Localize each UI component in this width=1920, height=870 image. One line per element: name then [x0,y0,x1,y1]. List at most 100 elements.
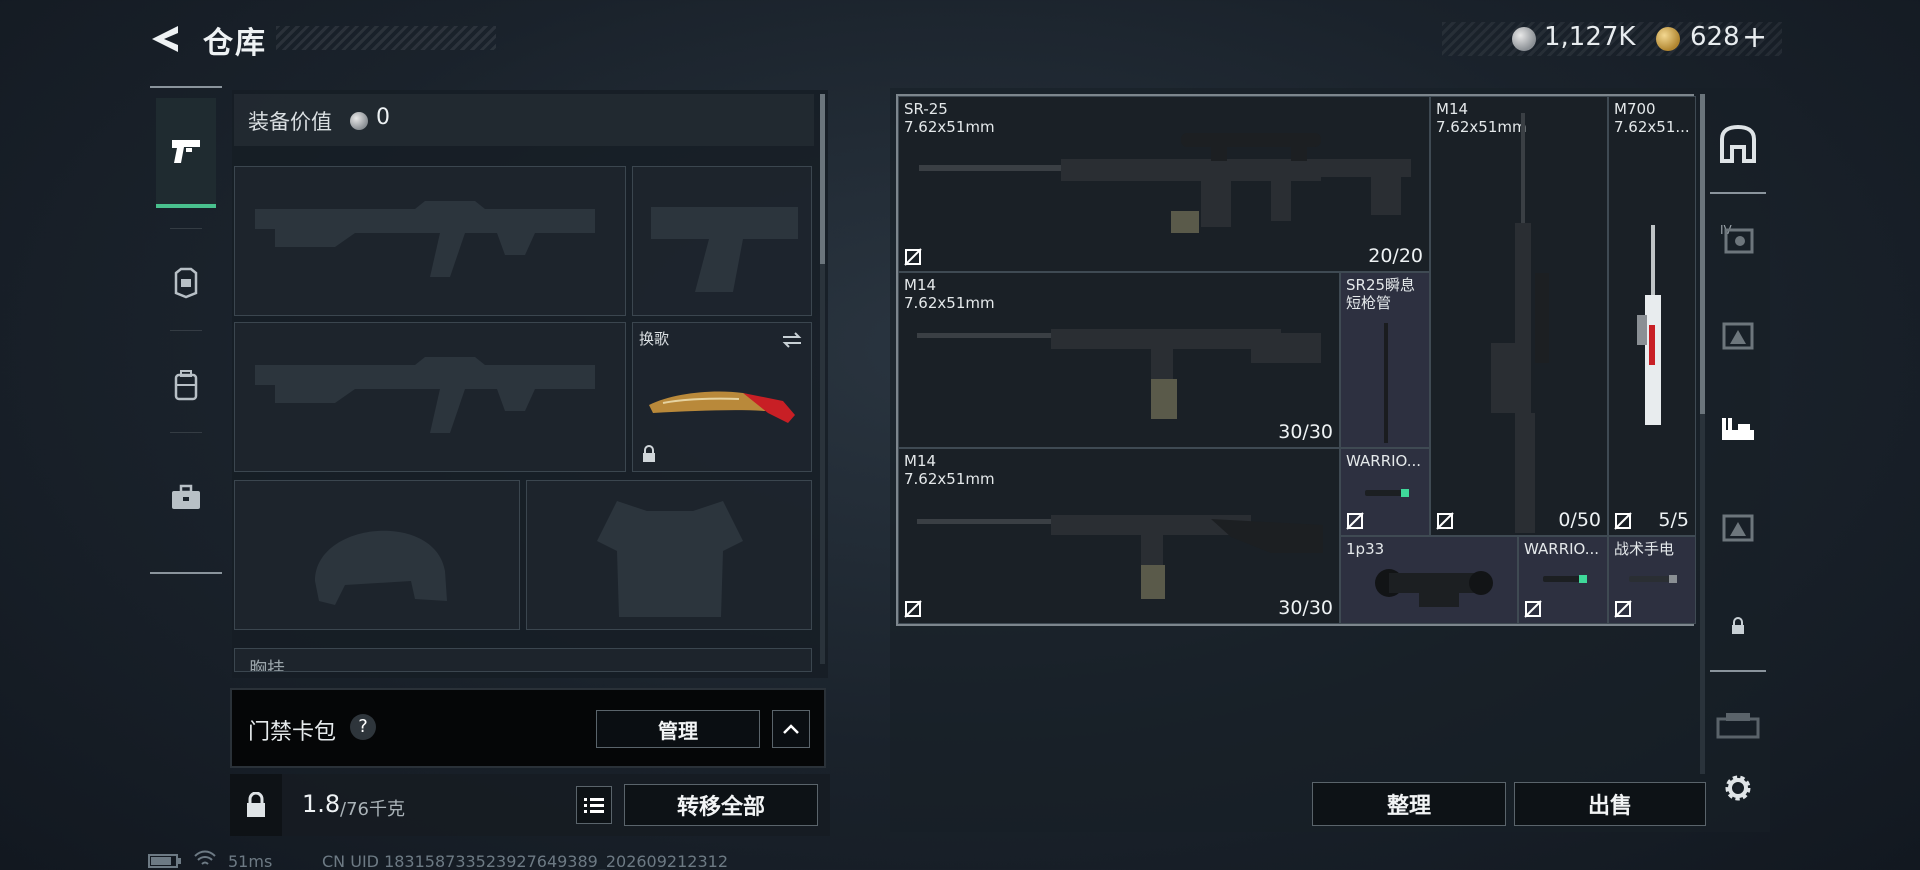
locked-tab[interactable] [1716,604,1760,648]
equip-value-amount: 0 [376,105,390,130]
lock-icon [643,445,655,462]
unlinked-icon [1614,512,1632,530]
item-count: 0/50 [1558,509,1601,531]
melee-label: 换歌 [639,330,670,348]
unlinked-icon [1614,600,1632,618]
item-count: 30/30 [1278,597,1333,619]
add-currency-button[interactable]: + [1742,20,1767,55]
unlinked-icon [1346,512,1364,530]
sniper-rifle-vertical-icon [1637,225,1661,425]
equip-value-bar: 装备价值 0 [234,94,814,146]
item-warrior-light-1[interactable]: WARRIO... [1340,448,1430,536]
nav-backpack[interactable] [156,350,216,420]
item-name: 1p33 [1346,540,1385,558]
item-m700-vertical[interactable]: M700 7.62x51... 5/5 [1608,96,1696,536]
item-m14-vertical[interactable]: M14 7.62x51mm 0/50 [1430,96,1608,536]
primary-weapon-slot-2[interactable] [234,322,626,472]
flashlight-icon [1543,575,1587,583]
settings-button[interactable] [1716,766,1760,810]
wifi-icon [194,850,216,865]
warehouse-grid: SR-25 7.62x51mm 20/20 M14 7.62x51mm 0/50 [896,94,1696,626]
lock-icon [247,792,265,817]
expand-storage-tab[interactable] [1716,704,1760,748]
item-m14-wood[interactable]: M14 7.62x51mm 30/30 [898,448,1340,624]
silver-coin-icon [350,112,368,130]
item-sr25[interactable]: SR-25 7.62x51mm 20/20 [898,96,1430,272]
item-1p33-scope[interactable]: 1p33 [1340,536,1518,624]
item-warrior-light-2[interactable]: WARRIO... [1518,536,1608,624]
item-count: 20/20 [1368,245,1423,267]
loadout-scrollbar[interactable] [820,94,825,664]
capacity-max: /76千克 [340,799,405,820]
help-icon[interactable]: ? [350,714,376,740]
item-count: 30/30 [1278,421,1333,443]
back-arrow-icon[interactable] [148,22,182,56]
gold-currency-amount: 628 [1690,22,1740,52]
storage-tab-2-icon [1722,418,1754,440]
scope-icon [1375,569,1493,607]
knife-icon [649,391,795,423]
item-name: WARRIO... [1346,452,1422,470]
collapse-button[interactable] [772,710,810,748]
briefcase-icon [172,484,200,509]
lock-toggle[interactable] [230,774,282,836]
unlinked-icon [1524,600,1542,618]
rifle-silhouette-icon [255,357,595,433]
uid-text: CN UID 1831587335239276493​89_2026092123… [322,852,728,870]
sell-button[interactable]: 出售 [1514,782,1706,826]
helmet-silhouette-icon [315,530,447,605]
unlinked-icon [904,600,922,618]
manage-keycard-button[interactable]: 管理 [596,710,760,748]
silver-coin-icon [1512,27,1536,51]
unlinked-icon [1436,512,1454,530]
storage-tab-3-icon [1722,322,1754,350]
keycard-label: 门禁卡包 [248,720,337,745]
primary-weapon-slot-1[interactable] [234,166,626,316]
capacity-current: 1.8 [302,790,341,818]
chest-rig-label: 胸挂 [249,659,285,672]
melee-slot[interactable]: 换歌 [632,322,812,472]
storage-tab-4-icon: IV [1720,223,1754,254]
warehouse-home-tab[interactable] [1716,122,1760,166]
left-category-nav [150,86,222,574]
gear-icon [1725,775,1751,801]
item-tactical-flashlight[interactable]: 战术手电 [1608,536,1696,624]
backpack-icon [174,370,198,401]
sidearm-slot[interactable] [632,166,812,316]
rifle-silhouette-icon [255,201,595,277]
warehouse-scrollbar[interactable] [1700,94,1705,774]
pistol-icon [172,140,200,163]
pistol-silhouette-icon [651,207,798,292]
armor-icon [174,267,198,299]
item-sr25-short-barrel[interactable]: SR25瞬息 短枪管 [1340,272,1430,448]
helmet-slot[interactable] [234,480,520,630]
item-name: M700 7.62x51... [1614,100,1690,136]
page-title: 仓库 [203,26,267,61]
nav-helmet[interactable] [156,248,216,318]
vest-silhouette-icon [597,501,743,617]
warehouse-tab-3[interactable] [1716,312,1760,356]
warehouse-tab-4[interactable]: IV [1716,216,1760,260]
sort-button[interactable]: 整理 [1312,782,1506,826]
capacity-bar: 1.8 /76千克 转移全部 [230,774,830,836]
unlinked-icon [904,248,922,266]
silver-currency-amount: 1,127K [1544,22,1636,52]
warehouse-tab-2[interactable] [1716,408,1760,452]
warehouse-tab-1[interactable] [1716,504,1760,548]
keycard-bar: 门禁卡包 ? 管理 [230,688,826,768]
lock-icon [1732,617,1744,634]
body-armor-slot[interactable] [526,480,812,630]
rifle-vertical-icon [1491,113,1549,533]
sniper-rifle-icon [919,133,1411,233]
flashlight-icon [1365,489,1409,497]
list-view-button[interactable] [576,786,612,824]
item-name: 战术手电 [1614,540,1675,558]
chest-rig-slot[interactable]: 胸挂 [234,648,812,672]
title-decoration [276,26,496,50]
nav-weapons[interactable] [156,98,216,208]
item-m14[interactable]: M14 7.62x51mm 30/30 [898,272,1340,448]
nav-case[interactable] [156,462,216,532]
swap-icon[interactable] [781,331,803,349]
item-name: SR25瞬息 短枪管 [1346,276,1416,312]
transfer-all-button[interactable]: 转移全部 [624,784,818,826]
